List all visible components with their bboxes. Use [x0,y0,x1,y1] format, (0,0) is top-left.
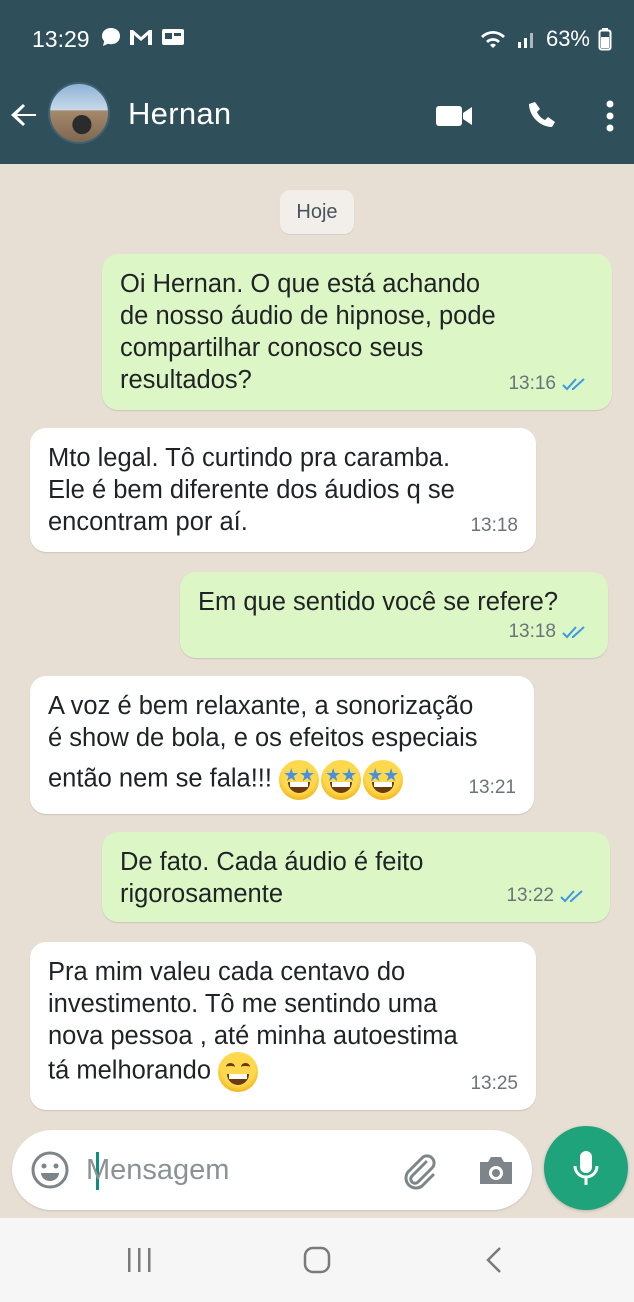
message-incoming[interactable]: Mto legal. Tô curtindo pra caramba. Ele … [30,428,536,552]
emoji-button[interactable] [28,1148,72,1192]
home-icon [303,1246,331,1274]
grinning-emoji [218,1052,259,1092]
status-left-icons [100,26,186,48]
back-icon [486,1247,501,1273]
message-input[interactable] [86,1144,386,1196]
signal-icon [517,33,533,48]
nav-back-button[interactable] [470,1240,520,1280]
message-time: 13:22 [506,885,554,906]
contact-avatar[interactable] [48,82,110,144]
more-vert-icon [606,100,614,132]
system-navbar [0,1218,634,1302]
battery-icon [598,28,612,51]
message-text: A voz é bem relaxante, a sonorização é s… [48,690,516,800]
chat-area[interactable]: Hoje Oi Hernan. O que está achando de no… [0,164,634,1124]
voice-record-button[interactable] [544,1126,628,1210]
message-text: Em que sentido você se refere? [198,588,559,616]
chat-bubble-icon [102,28,120,46]
gmail-icon [130,30,152,45]
camera-button[interactable] [474,1148,518,1192]
screen-icon [162,29,184,45]
contact-name[interactable]: Hernan [128,96,231,132]
message-time: 13:16 [508,373,556,394]
message-text: Pra mim valeu cada centavo do investimen… [48,956,518,1092]
attach-button[interactable] [396,1148,440,1192]
chat-header: Hernan [0,70,634,164]
back-arrow-icon [11,104,36,126]
recent-apps-icon [128,1248,151,1272]
video-call-icon [436,106,472,126]
message-text: Mto legal. Tô curtindo pra caramba. Ele … [48,444,455,536]
message-meta: 13:18 [470,510,518,542]
message-composer [12,1130,532,1210]
read-ticks-icon [562,378,585,391]
message-time: 13:18 [470,515,518,536]
back-button[interactable] [6,92,42,138]
star-struck-emoji [321,760,362,800]
message-meta: 13:16 [508,368,590,400]
message-time: 13:21 [468,777,516,798]
message-time: 13:18 [508,621,556,642]
video-call-button[interactable] [430,94,478,138]
message-outgoing[interactable]: Oi Hernan. O que está achando de nosso á… [102,254,612,410]
star-struck-emoji [279,760,320,800]
phone-icon [529,102,555,127]
recent-apps-button[interactable] [114,1240,164,1280]
mic-icon [573,1151,599,1185]
read-ticks-icon [562,626,585,639]
message-time: 13:25 [470,1073,518,1094]
camera-icon [480,1157,512,1184]
message-outgoing[interactable]: Em que sentido você se refere? 13:18 [180,572,608,658]
home-button[interactable] [292,1240,342,1280]
message-incoming[interactable]: Pra mim valeu cada centavo do investimen… [30,942,536,1110]
read-ticks-icon [560,890,583,903]
wifi-icon [480,31,505,48]
message-meta: 13:18 [508,616,590,648]
message-meta: 13:22 [506,880,588,912]
status-time: 13:29 [32,26,90,52]
more-options-button[interactable] [596,94,624,138]
message-incoming[interactable]: A voz é bem relaxante, a sonorização é s… [30,676,534,814]
message-meta: 13:25 [470,1068,518,1100]
attach-icon [404,1154,436,1190]
battery-percent: 63% [545,26,590,51]
star-struck-emoji [363,760,404,800]
date-label: Hoje [280,190,354,234]
status-right: 63% [478,26,612,52]
message-meta: 13:21 [468,772,516,804]
voice-call-button[interactable] [520,94,568,138]
message-outgoing[interactable]: De fato. Cada áudio é feito rigorosament… [102,832,610,922]
emoji-icon [31,1151,69,1189]
